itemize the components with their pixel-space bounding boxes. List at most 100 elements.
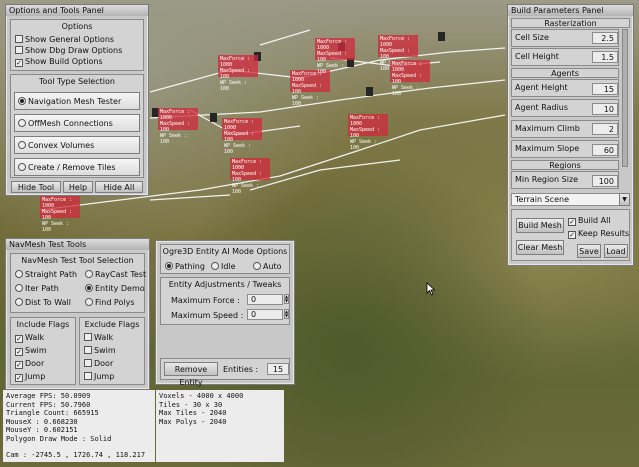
tool-type-header: Tool Type Selection [39,77,115,86]
build-parameters-panel: Build Parameters Panel Rasterization Cel… [507,4,634,266]
regions-header: Regions [511,160,619,170]
max-force-stepper[interactable]: ▲ ▼ [284,294,289,304]
radio-icon [253,262,261,270]
build-controls: Build Mesh Clear Mesh ✓ Build All ✓ Keep R… [511,209,630,261]
checkbox-checked-icon[interactable]: ✓ [568,218,576,226]
include-door[interactable]: ✓ Door [15,359,44,369]
stat-line: Polygon Draw Mode : Solid [6,434,112,443]
max-speed-input[interactable]: 0 [247,309,283,320]
option-build[interactable]: ✓ Show Build Options [15,57,103,67]
mode-straight-path[interactable]: Straight Path [15,270,77,279]
agent-height-value[interactable]: 15 [592,83,618,95]
options-group: Options Show General Options Show Dbg Dr… [10,19,144,71]
checkbox-icon[interactable] [15,35,23,43]
options-header: Options [61,22,93,31]
checkbox-icon[interactable] [84,359,92,367]
remove-entity-button[interactable]: Remove Entity [164,362,218,387]
hide-all-button[interactable]: Hide All [95,181,143,193]
mode-auto[interactable]: Auto [253,262,282,271]
chevron-down-icon[interactable]: ▼ [619,193,630,206]
scene-select[interactable]: Terrain Scene [511,193,630,206]
option-dbg-draw[interactable]: Show Dbg Draw Options [15,46,122,55]
checkbox-checked-icon[interactable]: ✓ [15,374,23,382]
mode-iter-path[interactable]: Iter Path [15,284,59,293]
exclude-swim[interactable]: Swim [84,346,116,355]
checkbox-checked-icon[interactable]: ✓ [568,231,576,239]
checkbox-checked-icon[interactable]: ✓ [15,361,23,369]
voxel-line: Voxels - 4000 x 4000 [159,392,244,400]
voxel-overlay: Voxels - 4000 x 4000 Tiles - 30 x 30 Max… [156,390,284,462]
radio-selected-icon [18,97,26,105]
include-walk[interactable]: ✓ Walk [15,333,44,343]
mode-pathing[interactable]: Pathing [165,262,205,271]
checkbox-checked-icon[interactable]: ✓ [15,59,23,67]
test-tool-selection: NavMesh Test Tool Selection Straight Pat… [10,253,146,313]
tool-navmesh-tester[interactable]: Navigation Mesh Tester [14,92,140,110]
cell-size-value[interactable]: 2.5 [592,32,618,44]
exclude-walk[interactable]: Walk [84,333,113,342]
agent-label: MaxForce : 1000MaxSpeed : 100WP Seek : 1… [40,196,80,233]
mouse-cursor-icon [426,282,436,296]
entity-marker [210,113,217,122]
stat-line: Average FPS: 50.0909 [6,392,91,400]
stat-line: MouseX : 0.668230 [6,417,78,426]
voxel-line: Max Tiles - 2040 [159,409,227,417]
mode-entity-demo[interactable]: Entity Demo [85,284,145,293]
tool-offmesh-connections[interactable]: OffMesh Connections [14,114,140,132]
checkbox-icon[interactable] [84,333,92,341]
exclude-door[interactable]: Door [84,359,113,368]
rasterization-header: Rasterization [511,18,630,28]
mode-dist-to-wall[interactable]: Dist To Wall [15,298,71,307]
exclude-jump[interactable]: Jump [84,372,114,381]
checkbox-icon[interactable] [15,46,23,54]
checkbox-checked-icon[interactable]: ✓ [15,335,23,343]
radio-icon [211,262,219,270]
include-jump[interactable]: ✓ Jump [15,372,45,382]
mode-idle[interactable]: Idle [211,262,236,271]
panel-title: Build Parameters Panel [508,5,633,16]
agent-label: MaxForce : 1000MaxSpeed : 100WP Seek : 1… [222,118,262,155]
max-force-input[interactable]: 0 [247,294,283,305]
agent-label: MaxForce : 1000MaxSpeed : 100WP Seek : 1… [378,35,418,72]
tool-convex-volumes[interactable]: Convex Volumes [14,136,140,154]
stat-line [6,443,152,451]
include-flags-header: Include Flags [16,320,70,329]
build-mesh-button[interactable]: Build Mesh [516,218,564,233]
cell-height-value[interactable]: 1.5 [592,51,618,63]
entity-marker [366,87,373,96]
exclude-flags-header: Exclude Flags [84,320,140,329]
max-force-label: Maximum Force : [171,296,240,305]
option-general[interactable]: Show General Options [15,35,114,44]
checkbox-icon[interactable] [84,346,92,354]
hide-tool-button[interactable]: Hide Tool [11,181,61,193]
max-climb-value[interactable]: 2 [592,123,618,135]
checkbox-checked-icon[interactable]: ✓ [15,348,23,356]
checkbox-icon[interactable] [84,372,92,380]
agent-radius-value[interactable]: 10 [592,103,618,115]
help-button[interactable]: Help [63,181,93,193]
scrollbar[interactable] [622,29,628,167]
agent-label: MaxForce : 1000MaxSpeed : 100WP Seek : 1… [348,114,388,151]
max-speed-stepper[interactable]: ▲ ▼ [284,309,289,319]
agent-label: MaxForce : 1000MaxSpeed : 100WP Seek : 1… [218,55,258,92]
save-button[interactable]: Save [577,244,601,258]
stat-line: Triangle Count: 665915 [6,409,99,417]
keep-results-checkbox[interactable]: ✓ Keep Results [568,229,629,239]
max-slope-value[interactable]: 60 [592,144,618,156]
min-region-value[interactable]: 100 [592,175,618,187]
include-flags-group: Include Flags ✓ Walk ✓ Swim ✓ Door ✓ Jump [10,317,76,385]
entity-count-group: Remove Entity Entities : 15 [160,358,290,387]
mode-raycast-test[interactable]: RayCast Test [85,270,146,279]
build-all-checkbox[interactable]: ✓ Build All [568,216,611,226]
radio-icon [15,270,23,278]
tool-create-remove-tiles[interactable]: Create / Remove Tiles [14,158,140,176]
panel-title: Options and Tools Panel [6,5,148,16]
radio-icon [85,270,93,278]
load-button[interactable]: Load [604,244,628,258]
stat-line: Cam : -2745.5 , 1726.74 , 118.217 [6,451,146,459]
mode-find-polys[interactable]: Find Polys [85,298,135,307]
agent-label: MaxForce : 1000MaxSpeed : 100WP Seek : 1… [158,108,198,145]
clear-mesh-button[interactable]: Clear Mesh [516,240,564,255]
radio-icon [85,298,93,306]
include-swim[interactable]: ✓ Swim [15,346,47,356]
